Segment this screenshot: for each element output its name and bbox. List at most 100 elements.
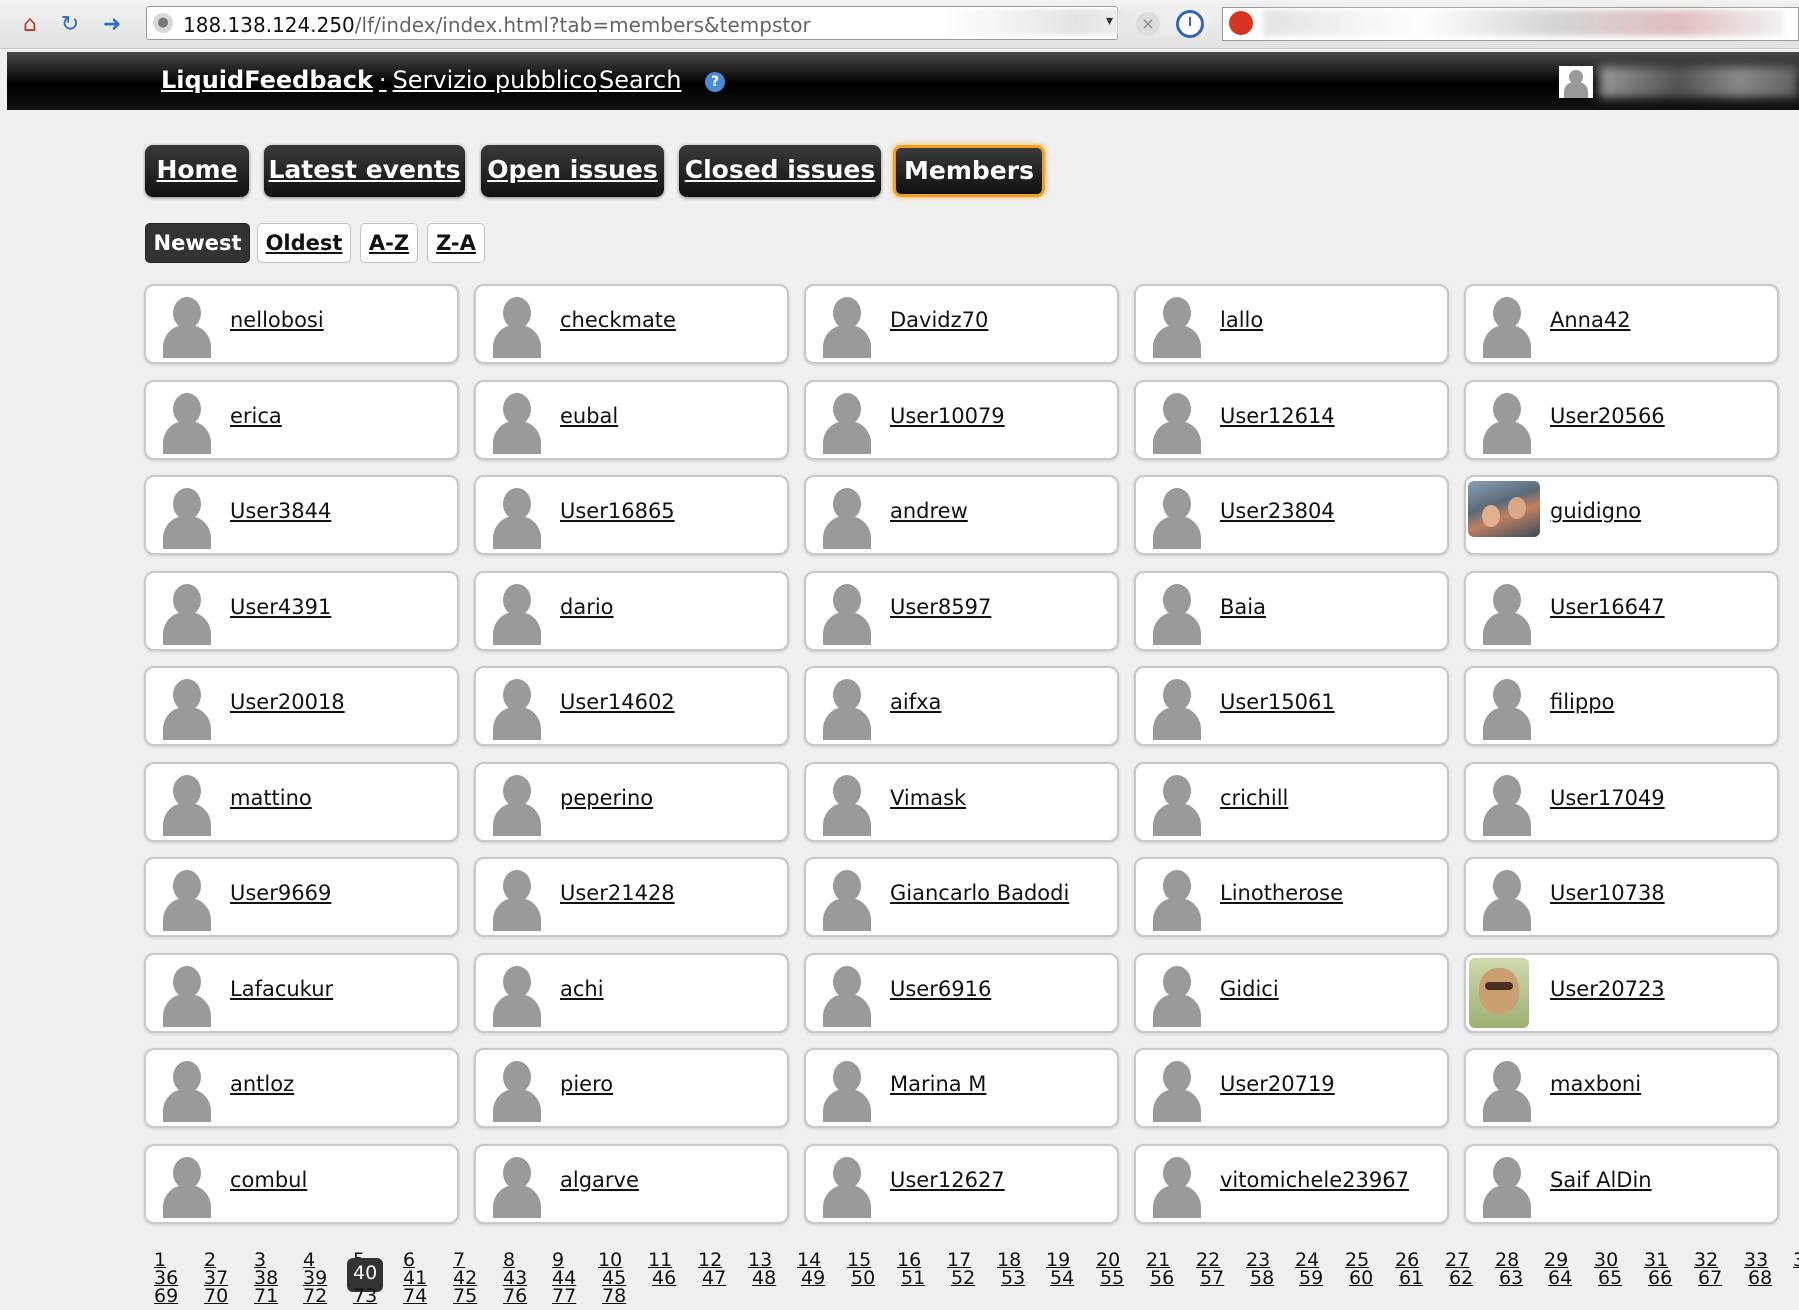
member-card[interactable]: lallo — [1134, 284, 1449, 364]
page-link[interactable]: 46 — [652, 1268, 676, 1288]
search-link[interactable]: Search — [599, 66, 681, 94]
member-card[interactable]: Davidz70 — [804, 284, 1119, 364]
user-menu[interactable] — [1559, 66, 1799, 98]
page-link[interactable]: 62 — [1449, 1268, 1473, 1288]
member-name-link[interactable]: User20566 — [1550, 404, 1665, 428]
member-name-link[interactable]: User20719 — [1220, 1072, 1335, 1096]
page-link[interactable]: 72 — [303, 1286, 327, 1306]
page-link[interactable]: 61 — [1399, 1268, 1423, 1288]
member-card[interactable]: User20723 — [1464, 953, 1779, 1033]
page-link[interactable]: 67 — [1698, 1268, 1722, 1288]
member-name-link[interactable]: erica — [230, 404, 282, 428]
member-card[interactable]: peperino — [474, 762, 789, 842]
member-name-link[interactable]: checkmate — [560, 308, 676, 332]
page-link[interactable]: 47 — [702, 1268, 726, 1288]
page-link[interactable]: 70 — [204, 1286, 228, 1306]
page-link[interactable]: 34 — [1793, 1250, 1799, 1270]
member-name-link[interactable]: User6916 — [890, 977, 991, 1001]
member-name-link[interactable]: Gidici — [1220, 977, 1279, 1001]
member-name-link[interactable]: Saif AlDin — [1550, 1168, 1652, 1192]
member-name-link[interactable]: lallo — [1220, 308, 1263, 332]
page-link[interactable]: 52 — [951, 1268, 975, 1288]
member-avatar-icon[interactable] — [157, 676, 217, 740]
member-avatar-icon[interactable] — [1147, 581, 1207, 645]
member-avatar-icon[interactable] — [1477, 772, 1537, 836]
member-avatar-icon[interactable] — [817, 772, 877, 836]
member-card[interactable]: User21428 — [474, 857, 789, 937]
member-card[interactable]: Gidici — [1134, 953, 1449, 1033]
member-avatar-icon[interactable] — [817, 294, 877, 358]
member-card[interactable]: crichill — [1134, 762, 1449, 842]
member-name-link[interactable]: User16865 — [560, 499, 675, 523]
member-card[interactable]: Saif AlDin — [1464, 1144, 1779, 1224]
member-avatar-icon[interactable] — [487, 485, 547, 549]
member-avatar-icon[interactable] — [1147, 1154, 1207, 1218]
member-name-link[interactable]: User15061 — [1220, 690, 1335, 714]
member-avatar-icon[interactable] — [817, 390, 877, 454]
member-name-link[interactable]: nellobosi — [230, 308, 324, 332]
member-name-link[interactable]: antloz — [230, 1072, 294, 1096]
member-card[interactable]: combul — [144, 1144, 459, 1224]
page-link[interactable]: 75 — [453, 1286, 477, 1306]
page-link[interactable]: 64 — [1548, 1268, 1572, 1288]
member-avatar-icon[interactable] — [487, 1154, 547, 1218]
member-card[interactable]: User6916 — [804, 953, 1119, 1033]
stop-icon[interactable]: × — [1136, 12, 1160, 36]
member-card[interactable]: Linotherose — [1134, 857, 1449, 937]
member-avatar-icon[interactable] — [157, 294, 217, 358]
page-link[interactable]: 56 — [1150, 1268, 1174, 1288]
member-name-link[interactable]: dario — [560, 595, 614, 619]
sort-oldest-button[interactable]: Oldest — [257, 223, 351, 263]
member-card[interactable]: antloz — [144, 1048, 459, 1128]
member-name-link[interactable]: guidigno — [1550, 499, 1641, 523]
member-avatar-icon[interactable] — [157, 772, 217, 836]
member-card[interactable]: achi — [474, 953, 789, 1033]
brand[interactable]: LiquidFeedback · Servizio pubblico — [161, 66, 597, 94]
member-card[interactable]: guidigno — [1464, 475, 1779, 555]
page-link[interactable]: 54 — [1050, 1268, 1074, 1288]
member-name-link[interactable]: User10079 — [890, 404, 1005, 428]
member-card[interactable]: checkmate — [474, 284, 789, 364]
page-link[interactable]: 68 — [1748, 1268, 1772, 1288]
user-avatar-icon[interactable] — [1559, 66, 1593, 98]
member-name-link[interactable]: Davidz70 — [890, 308, 988, 332]
member-card[interactable]: Baia — [1134, 571, 1449, 651]
member-card[interactable]: User20719 — [1134, 1048, 1449, 1128]
member-avatar-icon[interactable] — [157, 485, 217, 549]
sort-newest-button[interactable]: Newest — [145, 223, 250, 263]
url-dropdown-icon[interactable]: ▾ — [1106, 13, 1113, 29]
member-avatar-icon[interactable] — [817, 485, 877, 549]
member-avatar-icon[interactable] — [157, 581, 217, 645]
url-bar[interactable]: ● 188.138.124.250/lf/index/index.html?ta… — [146, 6, 1207, 40]
member-avatar-icon[interactable] — [1147, 867, 1207, 931]
member-name-link[interactable]: User8597 — [890, 595, 991, 619]
member-card[interactable]: vitomichele23967 — [1134, 1144, 1449, 1224]
member-name-link[interactable]: combul — [230, 1168, 307, 1192]
member-name-link[interactable]: filippo — [1550, 690, 1614, 714]
member-avatar-icon[interactable] — [487, 963, 547, 1027]
page-link[interactable]: 69 — [154, 1286, 178, 1306]
page-link[interactable]: 53 — [1001, 1268, 1025, 1288]
member-avatar-icon[interactable] — [1147, 1058, 1207, 1122]
member-name-link[interactable]: User10738 — [1550, 881, 1665, 905]
member-card[interactable]: andrew — [804, 475, 1119, 555]
back-icon[interactable]: ➜ — [98, 10, 126, 38]
member-avatar-icon[interactable] — [817, 867, 877, 931]
member-name-link[interactable]: maxboni — [1550, 1072, 1641, 1096]
member-avatar-icon[interactable] — [1147, 772, 1207, 836]
page-link[interactable]: 58 — [1250, 1268, 1274, 1288]
member-name-link[interactable]: Vimask — [890, 786, 966, 810]
page-link[interactable]: 63 — [1499, 1268, 1523, 1288]
member-card[interactable]: algarve — [474, 1144, 789, 1224]
member-card[interactable]: User16865 — [474, 475, 789, 555]
member-card[interactable]: User12614 — [1134, 380, 1449, 460]
member-avatar-icon[interactable] — [1147, 294, 1207, 358]
member-name-link[interactable]: User20723 — [1550, 977, 1665, 1001]
page-link[interactable]: 74 — [403, 1286, 427, 1306]
member-avatar-icon[interactable] — [817, 676, 877, 740]
site-info-icon[interactable]: ● — [153, 13, 173, 33]
member-card[interactable]: User20566 — [1464, 380, 1779, 460]
sort-az-button[interactable]: A-Z — [360, 223, 418, 263]
member-avatar-icon[interactable] — [817, 1058, 877, 1122]
member-name-link[interactable]: User21428 — [560, 881, 675, 905]
